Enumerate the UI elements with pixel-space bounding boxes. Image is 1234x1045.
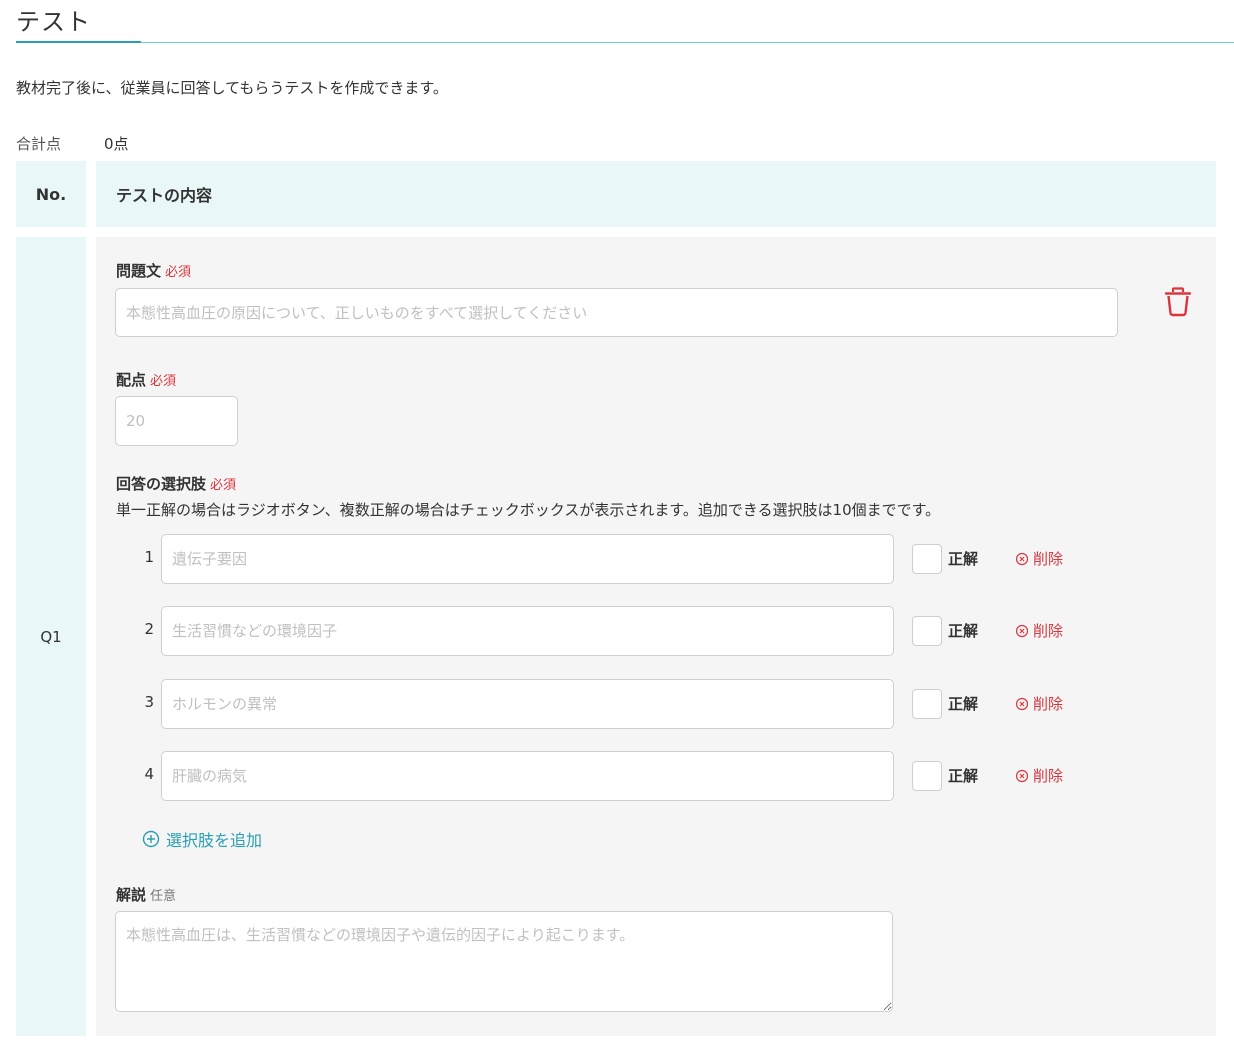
title-divider-accent: [16, 41, 141, 43]
delete-choice-button[interactable]: 削除: [1015, 765, 1063, 786]
circle-plus-icon: [142, 830, 160, 848]
correct-label: 正解: [948, 622, 979, 640]
add-choice-button[interactable]: 選択肢を追加: [142, 827, 262, 851]
circle-x-icon: [1015, 552, 1029, 565]
choice-number: 3: [144, 693, 154, 711]
question-text-input[interactable]: [115, 288, 1118, 337]
choices-label-text: 回答の選択肢: [116, 475, 207, 493]
circle-x-icon: [1015, 769, 1029, 782]
correct-checkbox[interactable]: [912, 761, 942, 791]
optional-badge: 任意: [150, 889, 177, 904]
circle-x-icon: [1015, 624, 1029, 637]
table-header-no: No.: [16, 161, 86, 227]
delete-choice-button[interactable]: 削除: [1015, 693, 1063, 714]
table-header-content: テストの内容: [96, 161, 1216, 227]
explanation-label-text: 解説: [116, 886, 147, 904]
delete-choice-button[interactable]: 削除: [1015, 620, 1063, 641]
required-badge: 必須: [210, 478, 237, 493]
correct-label: 正解: [948, 767, 979, 785]
add-choice-label: 選択肢を追加: [166, 831, 263, 850]
correct-checkbox[interactable]: [912, 544, 942, 574]
points-input[interactable]: [115, 396, 238, 446]
total-score-value: 0点: [104, 135, 129, 153]
question-number: Q1: [16, 237, 86, 1036]
correct-label: 正解: [948, 695, 979, 713]
required-badge: 必須: [150, 374, 177, 389]
choices-label: 回答の選択肢 必須: [116, 473, 236, 494]
delete-choice-label: 削除: [1033, 767, 1064, 785]
choice-input[interactable]: [161, 606, 894, 656]
choice-number: 4: [144, 765, 154, 783]
delete-choice-label: 削除: [1033, 695, 1064, 713]
correct-label: 正解: [948, 550, 979, 568]
total-score-label: 合計点: [16, 135, 62, 153]
page-description: 教材完了後に、従業員に回答してもらうテストを作成できます。: [16, 79, 448, 97]
required-badge: 必須: [165, 265, 192, 280]
choices-help-text: 単一正解の場合はラジオボタン、複数正解の場合はチェックボックスが表示されます。追…: [116, 501, 941, 519]
page-title: テスト: [16, 8, 91, 36]
question-text-label: 問題文 必須: [116, 260, 191, 281]
delete-choice-label: 削除: [1033, 622, 1064, 640]
points-label-text: 配点: [116, 371, 147, 389]
explanation-label: 解説 任意: [116, 884, 176, 905]
correct-checkbox[interactable]: [912, 689, 942, 719]
choice-input[interactable]: [161, 751, 894, 801]
choice-input[interactable]: [161, 534, 894, 584]
explanation-textarea[interactable]: [115, 911, 893, 1012]
delete-choice-button[interactable]: 削除: [1015, 548, 1063, 569]
choice-number: 1: [144, 548, 154, 566]
choice-input[interactable]: [161, 679, 894, 729]
circle-x-icon: [1015, 697, 1029, 710]
trash-icon[interactable]: [1164, 287, 1192, 317]
choice-number: 2: [144, 620, 154, 638]
correct-checkbox[interactable]: [912, 616, 942, 646]
title-divider: [16, 42, 1234, 43]
points-label: 配点 必須: [116, 369, 176, 390]
question-text-label-text: 問題文: [116, 262, 162, 280]
delete-choice-label: 削除: [1033, 550, 1064, 568]
